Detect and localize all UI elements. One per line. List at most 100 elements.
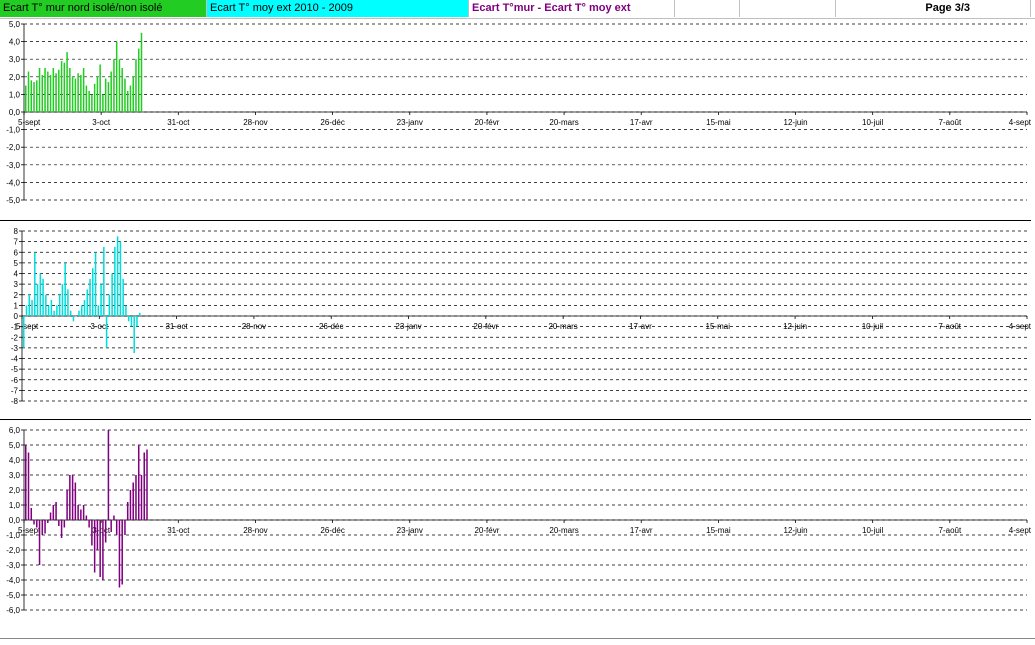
bar	[36, 284, 39, 316]
bar	[44, 520, 46, 534]
y-tick-label: 2	[14, 291, 19, 300]
y-tick-label: 3	[14, 280, 19, 289]
bar	[107, 430, 110, 520]
bar	[140, 475, 143, 520]
legend-tab-wall-diff: Ecart T° mur nord isolé/non isolé	[0, 0, 207, 17]
chart-wall-diff[interactable]: 5,0 4,0 3,0 2,0 1,0 0,0 -1,0 -2,0 -3,0 -4,0 -5,0 5-…	[0, 18, 1031, 218]
bar	[55, 73, 57, 112]
bar	[33, 520, 35, 525]
bar	[102, 94, 104, 112]
y-tick-label: 0	[14, 312, 19, 321]
bar	[85, 515, 88, 520]
bar	[52, 68, 55, 112]
bar	[27, 71, 30, 112]
bar	[56, 305, 58, 316]
bar	[78, 310, 80, 316]
bar	[74, 78, 77, 112]
y-tick-label: -3,0	[6, 161, 20, 170]
x-tick-label: 10-juil	[862, 118, 884, 127]
x-tick-label: 10-juil	[862, 322, 884, 331]
y-tick-label: 0,0	[9, 516, 21, 525]
chart-combined-diff[interactable]: 6,0 5,0 4,0 3,0 2,0 1,0 0,0 -1,0 -2,0 -3,0 -4,0 -5,…	[0, 420, 1031, 620]
x-tick-label: 10-juil	[862, 526, 884, 535]
bar	[135, 59, 137, 112]
y-tick-label: -7	[11, 386, 19, 395]
x-tick-label: 23-janv	[397, 526, 423, 535]
bar	[77, 73, 79, 112]
bar	[49, 512, 52, 520]
x-tick-label: 31-oct	[165, 322, 188, 331]
bar	[45, 294, 47, 316]
bar	[107, 82, 110, 112]
bar	[113, 515, 115, 520]
bar	[121, 520, 123, 585]
bar	[110, 71, 112, 112]
y-tick-label: -8	[11, 397, 19, 406]
x-tick-label: 26-déc	[320, 118, 344, 127]
y-tick-label: 3,0	[9, 471, 21, 480]
y-tick-label: 1	[14, 301, 19, 310]
bar	[41, 75, 44, 112]
bar	[47, 71, 49, 112]
bar	[33, 82, 35, 112]
x-tick-label: 15-mai	[706, 118, 731, 127]
y-tick-label: 4,0	[9, 38, 21, 47]
y-tick-label: -3	[11, 344, 19, 353]
bar	[146, 449, 148, 520]
bar	[136, 316, 138, 327]
header-empty-cell	[675, 0, 740, 17]
chart-svg: 5,04,03,02,01,00,0-1,0-2,0-3,0-4,0-5,05-…	[6, 20, 1031, 205]
bar	[80, 305, 83, 316]
bar	[60, 520, 63, 538]
bar	[47, 520, 49, 523]
y-tick-label: 5,0	[9, 441, 21, 450]
x-tick-label: 5-sept	[18, 118, 41, 127]
bar	[126, 90, 129, 112]
bar	[99, 64, 101, 112]
bar	[75, 316, 77, 317]
bar	[88, 90, 90, 112]
bar	[31, 300, 33, 316]
x-tick-label: 12-juin	[784, 526, 808, 535]
x-tick-label: 28-nov	[242, 322, 266, 331]
bar	[63, 520, 66, 528]
bar	[86, 289, 89, 316]
bar	[89, 278, 91, 316]
bar	[132, 76, 134, 112]
bar	[49, 75, 52, 112]
bar	[80, 75, 82, 112]
bar	[126, 502, 129, 520]
bar	[114, 246, 116, 316]
bar	[115, 520, 118, 535]
y-tick-label: -5,0	[6, 591, 20, 600]
bar	[92, 268, 94, 316]
chart-outdoor-diff[interactable]: 8 7 6 5 4 3 2 1 0 -1 -2 -3 -4 -5 -6 -7 -8 5-sept 3-oct 31-o…	[0, 220, 1031, 420]
x-tick-label: 4-sept	[1009, 322, 1031, 331]
x-tick-label: 12-juin	[784, 118, 808, 127]
x-tick-label: 26-déc	[320, 526, 344, 535]
bar	[93, 83, 96, 112]
bar	[60, 60, 63, 112]
bar	[100, 284, 102, 316]
bar	[119, 241, 122, 316]
sheet-header: Ecart T° mur nord isolé/non isolé Ecart …	[0, 0, 1035, 19]
x-tick-label: 12-juin	[783, 322, 807, 331]
bar	[137, 48, 140, 112]
bar	[94, 252, 97, 316]
bar	[132, 482, 134, 520]
x-tick-label: 20-févr	[473, 322, 498, 331]
bar	[80, 509, 82, 520]
bar	[118, 520, 121, 588]
x-tick-label: 20-févr	[474, 118, 499, 127]
x-tick-label: 17-avr	[630, 118, 653, 127]
bar	[30, 508, 33, 520]
bar	[124, 78, 126, 112]
y-tick-label: -4	[11, 355, 19, 364]
y-tick-label: 1,0	[9, 501, 21, 510]
bar	[110, 520, 112, 532]
x-tick-label: 5-sept	[16, 322, 39, 331]
y-tick-label: -4,0	[6, 576, 20, 585]
bar	[69, 475, 71, 520]
bar	[47, 305, 50, 316]
y-tick-label: 5,0	[9, 20, 21, 29]
